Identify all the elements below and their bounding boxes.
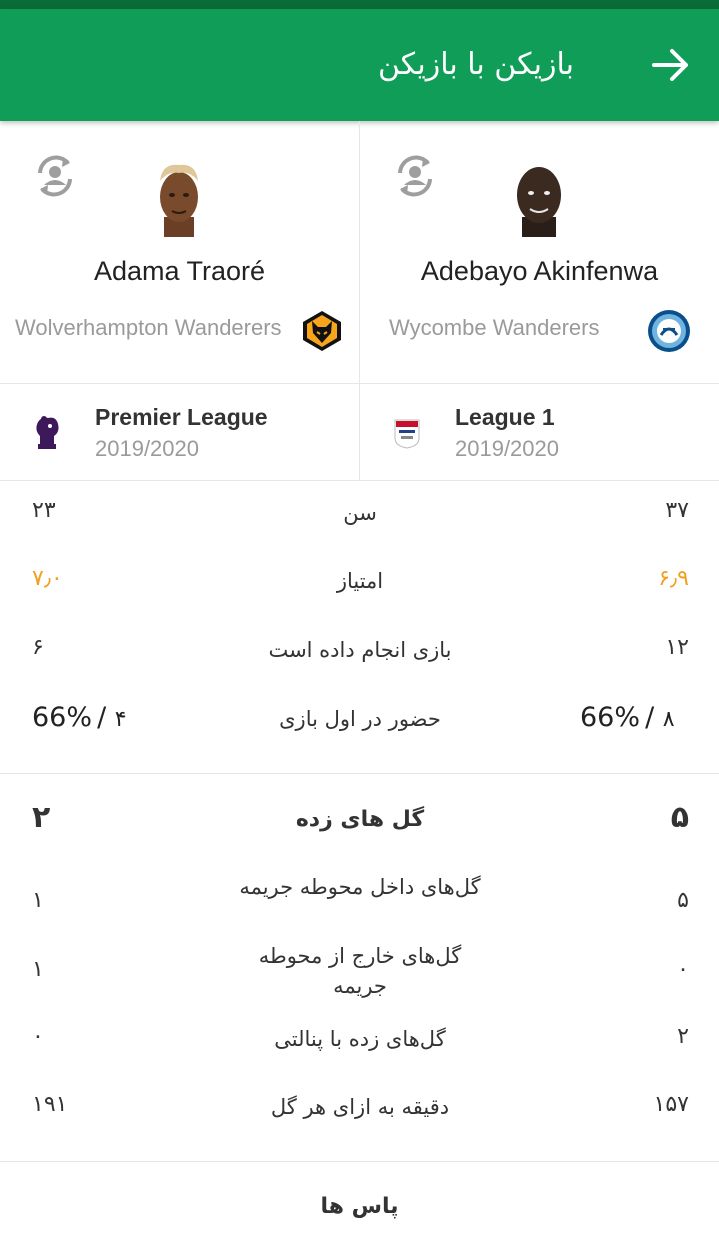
stat-left-value: ۱ xyxy=(32,957,44,982)
stat-left-value: ۱۹۱ xyxy=(32,1092,68,1117)
divider xyxy=(0,773,719,774)
divider xyxy=(0,1161,719,1162)
league-right: League 1 2019/2020 xyxy=(360,384,719,480)
back-arrow-icon[interactable] xyxy=(650,47,692,83)
stat-right-value: ۱۵۷ xyxy=(653,1092,689,1117)
league-season-right: 2019/2020 xyxy=(455,436,559,461)
stat-label: گل‌های خارج از محوطه جریمه xyxy=(258,944,462,998)
goals-left-total: ۲ xyxy=(32,800,51,835)
rating-right-value: ۶٫۹ xyxy=(658,566,689,591)
premier-league-logo-icon xyxy=(36,416,59,449)
players-header: Adama Traoré Wolverhampton Wanderers Ade… xyxy=(0,121,719,384)
wolves-crest-icon xyxy=(303,311,341,351)
passes-section-title: پاس ها xyxy=(320,1194,399,1219)
league-name-right: League 1 xyxy=(455,404,555,430)
player-photo-right xyxy=(517,167,561,237)
league-left: Premier League 2019/2020 xyxy=(0,384,360,480)
league-row: Premier League 2019/2020 League 1 2019/2… xyxy=(0,384,719,481)
wycombe-crest-icon xyxy=(648,310,690,352)
league-season-left: 2019/2020 xyxy=(95,436,199,461)
starts-right-count: ۸ xyxy=(662,707,675,732)
starts-left-count: ۴ xyxy=(114,707,127,732)
separator: / xyxy=(645,702,663,733)
stat-right-value: ۱۲ xyxy=(665,635,689,660)
league-one-logo-icon xyxy=(394,419,420,449)
player-photo-left xyxy=(160,164,198,237)
goals-section-title: گل های زده xyxy=(295,807,425,832)
stat-left-value: ۱ xyxy=(32,888,44,913)
stat-left-value: ۲۳ xyxy=(32,498,56,523)
starts-right-pct: 66% xyxy=(580,702,641,733)
stat-label: سن xyxy=(343,501,377,525)
starts-left: 66% / ۴ xyxy=(32,702,127,733)
stat-label: دقیقه به ازای هر گل xyxy=(270,1095,450,1119)
player-name-left: Adama Traoré xyxy=(93,256,266,286)
change-player-icon[interactable] xyxy=(390,151,440,201)
goals-right-total: ۵ xyxy=(670,800,689,835)
starts-right: 66% / ۸ xyxy=(580,702,675,733)
stat-right-value: ۳۷ xyxy=(665,498,689,523)
stat-right-value: ۰ xyxy=(677,957,689,982)
stat-right-value: ۵ xyxy=(677,888,689,913)
stat-label: حضور در اول بازی xyxy=(279,707,441,731)
team-name-right: Wycombe Wanderers xyxy=(389,315,600,340)
stat-right-value: ۲ xyxy=(677,1024,689,1049)
stat-left-value: ۶ xyxy=(32,635,44,660)
stat-label: گل‌های داخل محوطه جریمه xyxy=(239,875,481,899)
separator: / xyxy=(97,702,115,733)
league-name-left: Premier League xyxy=(95,404,268,430)
stat-label: امتیاز xyxy=(336,569,384,593)
stat-left-value: ۰ xyxy=(32,1024,44,1049)
status-bar xyxy=(0,0,719,9)
change-player-icon[interactable] xyxy=(30,151,80,201)
starts-left-pct: 66% xyxy=(32,702,93,733)
rating-left-value: ۷٫۰ xyxy=(32,566,63,591)
stat-label: بازی انجام داده است xyxy=(268,638,452,662)
player-card-right[interactable]: Adebayo Akinfenwa Wycombe Wanderers xyxy=(360,121,719,383)
stat-label: گل‌های زده با پنالتی xyxy=(274,1027,446,1051)
player-card-left[interactable]: Adama Traoré Wolverhampton Wanderers xyxy=(0,121,360,383)
team-name-left: Wolverhampton Wanderers xyxy=(15,315,282,340)
app-bar: بازیکن با بازیکن xyxy=(0,9,719,121)
player-name-right: Adebayo Akinfenwa xyxy=(420,256,659,286)
page-title: بازیکن با بازیکن xyxy=(377,47,574,82)
